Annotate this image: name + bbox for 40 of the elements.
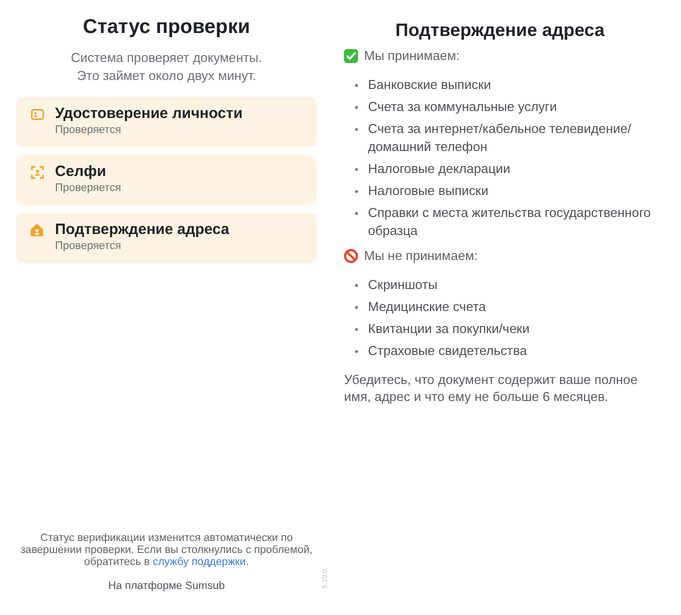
- id-card-icon: [30, 108, 44, 120]
- bullet-icon: [355, 350, 358, 353]
- powered-by-text: На платформе Sumsub: [107, 580, 226, 592]
- list-item-text: Скриншоты: [368, 276, 438, 294]
- bullet-icon: [355, 128, 358, 131]
- list-item-text: Медицинские счета: [368, 298, 487, 316]
- bullet-icon: [355, 84, 358, 87]
- list-item-text: Квитанции за покупки/чеки: [368, 320, 530, 338]
- bullet-icon: [355, 168, 358, 171]
- bullet-icon: [355, 190, 358, 193]
- card-title: Подтверждение адреса: [55, 221, 230, 239]
- list-heading: Мы не принимаем:: [364, 247, 478, 265]
- card-title: Селфи: [55, 163, 108, 181]
- house-icon: [30, 223, 44, 237]
- face-frame-icon: [30, 166, 44, 178]
- support-link[interactable]: службу поддержки: [152, 556, 246, 568]
- card-status: Проверяется: [55, 123, 122, 138]
- requirement-note: Убедитесь, что документ содержит ваше полное имя, адрес и что ему не больше 6 месяцев.: [344, 371, 639, 405]
- footer-note: Статус верификации изменится автоматически по завершении проверки. Если вы столкнулись с проблемой, обратитесь в службу поддержки.: [19, 532, 314, 568]
- card-status: Проверяется: [55, 181, 122, 196]
- card-status: Проверяется: [55, 239, 122, 254]
- status-description: Система проверяет документы. Это займет около двух минут.: [70, 49, 264, 85]
- bullet-icon: [355, 328, 358, 331]
- page-title: Статус проверки: [82, 15, 252, 40]
- bullet-icon: [355, 212, 358, 215]
- bullet-icon: [355, 284, 358, 287]
- list-item-text: Счета за коммунальные услуги: [368, 98, 558, 116]
- checkmark-icon: [344, 49, 358, 63]
- list-item-text: Счета за интернет/кабельное телевидение/домашний телефон: [368, 120, 632, 156]
- list-item-text: Налоговые декларации: [368, 160, 512, 178]
- bullet-icon: [355, 306, 358, 309]
- bullet-icon: [355, 106, 358, 109]
- prohibited-icon: [344, 249, 358, 263]
- list-item-text: Банковские выписки: [368, 76, 492, 94]
- list-item-text: Страховые свидетельства: [368, 342, 528, 360]
- card-title: Удостоверение личности: [55, 105, 243, 123]
- list-item-text: Налоговые выписки: [368, 182, 490, 200]
- list-item-text: Справки с места жительства государственного образца: [368, 204, 652, 240]
- section-title: Подтверждение адреса: [394, 19, 606, 42]
- list-heading: Мы принимаем:: [364, 47, 460, 65]
